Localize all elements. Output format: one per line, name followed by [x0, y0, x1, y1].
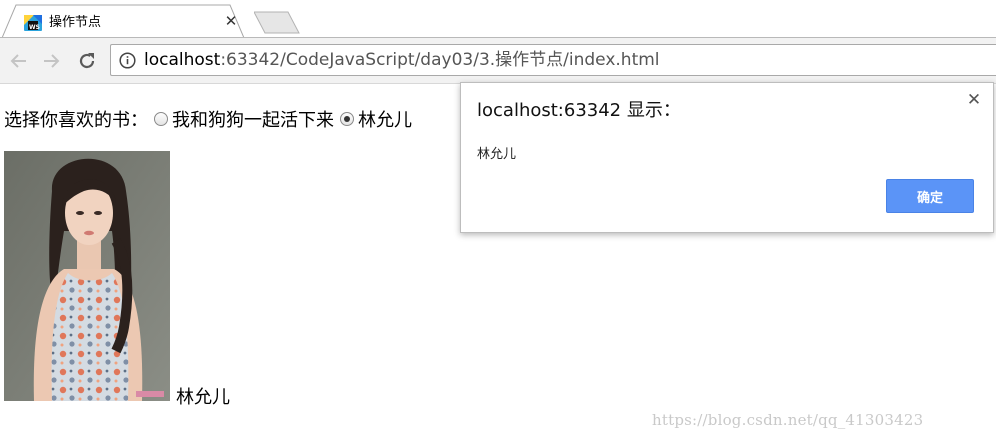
- watermark: https://blog.csdn.net/qq_41303423: [652, 411, 924, 429]
- tab-strip: WS 操作节点 ✕: [0, 0, 996, 38]
- url-host: localhost: [144, 50, 221, 70]
- url-text: localhost:63342/CodeJavaScript/day03/3.操…: [144, 50, 660, 71]
- book-choice-row: 选择你喜欢的书： 我和狗狗一起活下来 林允儿: [4, 107, 412, 131]
- address-bar[interactable]: localhost:63342/CodeJavaScript/day03/3.操…: [110, 44, 996, 76]
- ok-button[interactable]: 确定: [886, 179, 974, 213]
- svg-text:WS: WS: [29, 24, 40, 31]
- prompt-label: 选择你喜欢的书：: [4, 110, 148, 131]
- webstorm-icon: WS: [24, 15, 42, 31]
- alert-dialog: localhost:63342 显示： ✕ 林允儿 确定: [460, 82, 994, 233]
- radio-option-2-label: 林允儿: [358, 110, 412, 131]
- close-icon[interactable]: ✕: [963, 89, 985, 111]
- image-caption: 林允儿: [176, 387, 230, 408]
- forward-arrow-icon[interactable]: [38, 48, 64, 74]
- portrait-image: [4, 151, 170, 401]
- dialog-message: 林允儿: [477, 147, 517, 162]
- radio-option-2[interactable]: [340, 112, 354, 126]
- radio-option-1-label: 我和狗狗一起活下来: [172, 110, 334, 131]
- browser-tab[interactable]: WS 操作节点 ✕: [2, 4, 246, 38]
- url-path: :63342/CodeJavaScript/day03/3.操作节点/index…: [220, 50, 660, 70]
- back-arrow-icon[interactable]: [6, 48, 32, 74]
- browser-toolbar: localhost:63342/CodeJavaScript/day03/3.操…: [0, 38, 996, 84]
- tab-close-icon[interactable]: ✕: [222, 12, 240, 30]
- reload-icon[interactable]: [74, 48, 100, 74]
- radio-option-1[interactable]: [154, 112, 168, 126]
- new-tab-icon[interactable]: [253, 11, 300, 34]
- dialog-title: localhost:63342 显示：: [477, 100, 681, 121]
- info-icon[interactable]: [119, 52, 136, 69]
- tab-title: 操作节点: [49, 15, 102, 30]
